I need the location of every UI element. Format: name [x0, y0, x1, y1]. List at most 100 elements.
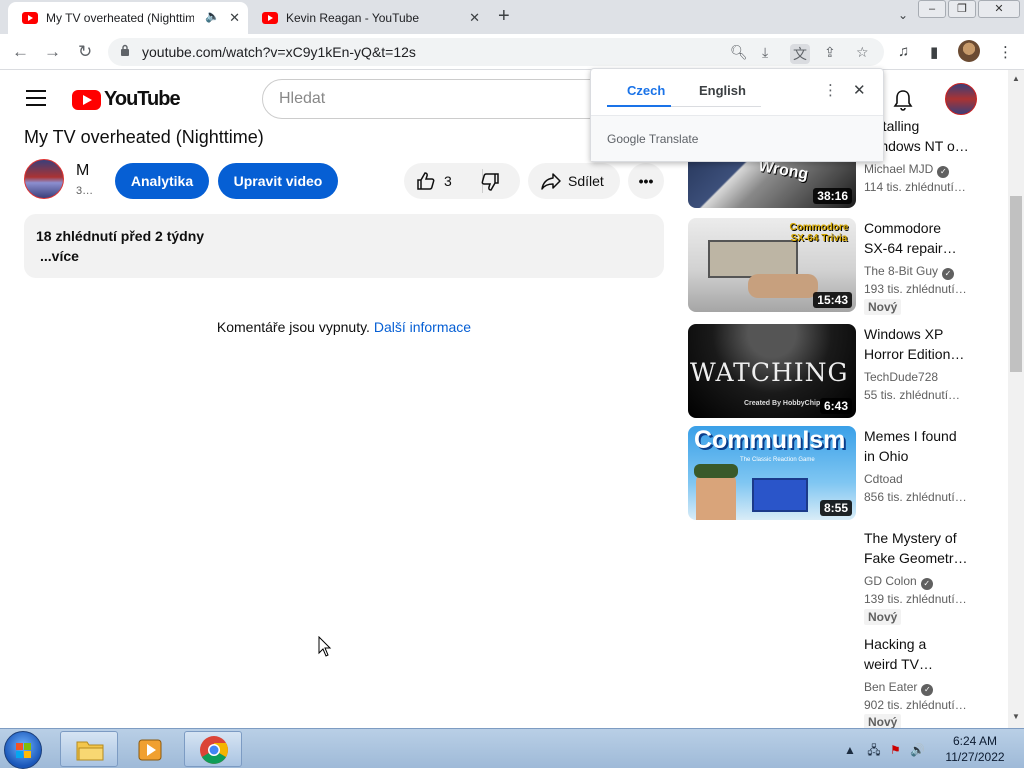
recommendation-item[interactable]: CommunIsm The Classic Reaction Game 8:55… [688, 426, 978, 526]
file-explorer-taskbar-button[interactable] [60, 731, 118, 767]
title-line: SX-64 repair… [864, 240, 957, 256]
recommendation-views: 193 tis. zhlédnutí… [864, 282, 967, 296]
title-line: Windows XP [864, 326, 944, 342]
star-icon[interactable]: ☆ [856, 44, 869, 61]
network-icon[interactable]: 🖧 [867, 743, 880, 757]
recommendation-title[interactable]: Memes I found in Ohio [864, 426, 972, 466]
recommendation-channel[interactable]: Ben Eater ✓ [864, 680, 934, 696]
show-more-link[interactable]: ...více [40, 248, 79, 264]
close-tab-icon[interactable]: ✕ [229, 10, 240, 26]
video-thumbnail[interactable]: CommunIsm The Classic Reaction Game 8:55 [688, 426, 856, 520]
video-duration: 15:43 [813, 292, 852, 308]
account-avatar[interactable] [945, 83, 977, 115]
thumbs-down-icon[interactable] [480, 172, 500, 192]
windows-taskbar: ▲ 🖧 ⚑ 🔊 6:24 AM 11/27/2022 [0, 728, 1024, 769]
address-bar[interactable]: youtube.com/watch?v=xC9y1kEn-yQ&t=12s 🔍︎… [108, 38, 884, 66]
recommendation-item[interactable]: Commodore SX-64 Trivia 15:43 Commodore S… [688, 218, 978, 318]
browser-toolbar: ← → ↻ youtube.com/watch?v=xC9y1kEn-yQ&t=… [0, 34, 1024, 70]
recommendation-item[interactable]: Hacking a weird TV… Ben Eater ✓ 902 tis. … [688, 634, 978, 730]
menu-icon[interactable]: ⋮ [998, 43, 1013, 61]
url-text[interactable]: youtube.com/watch?v=xC9y1kEn-yQ&t=12s [142, 44, 416, 60]
reload-icon[interactable]: ↻ [78, 42, 92, 62]
close-icon[interactable]: ✕ [853, 81, 866, 99]
close-tab-icon[interactable]: ✕ [469, 10, 480, 26]
learn-more-link[interactable]: Další informace [374, 319, 471, 335]
analytics-button[interactable]: Analytika [115, 163, 209, 199]
new-tab-button[interactable]: + [498, 6, 510, 26]
share-button[interactable]: Sdílet [528, 163, 620, 199]
recommendation-item[interactable]: WATCHING YOU Created By HobbyChip 6:43 W… [688, 324, 978, 424]
search-icon[interactable]: 🔍︎ [730, 44, 748, 61]
recommendation-channel[interactable]: Cdtoad [864, 472, 903, 486]
edit-video-button[interactable]: Upravit video [218, 163, 338, 199]
minimize-button[interactable]: – [918, 0, 946, 18]
verified-icon: ✓ [920, 578, 933, 590]
tab-inactive[interactable]: Kevin Reagan - YouTube ✕ [248, 2, 488, 34]
audio-playing-icon[interactable]: 🔈 [205, 9, 220, 23]
recommendation-channel[interactable]: The 8-Bit Guy ✓ [864, 264, 955, 280]
page-scrollbar[interactable]: ▲ ▼ [1008, 70, 1024, 728]
share-label: Sdílet [568, 173, 604, 189]
comments-disabled-notice: Komentáře jsou vypnuty. Další informace [0, 319, 688, 335]
search-input[interactable]: Hledat [262, 79, 602, 119]
recommendation-channel[interactable]: TechDude728 [864, 370, 938, 384]
install-icon[interactable]: ⤓ [762, 44, 768, 61]
youtube-logo[interactable]: YouTube [72, 88, 181, 111]
source-language-tab[interactable]: Czech [627, 83, 665, 98]
thumbs-up-icon[interactable] [416, 171, 436, 191]
action-center-icon[interactable]: ⚑ [890, 743, 901, 757]
title-line: The Mystery of [864, 530, 957, 546]
tab-active[interactable]: My TV overheated (Nighttime) 🔈 ✕ [8, 2, 248, 34]
recommendation-title[interactable]: Commodore SX-64 repair… [864, 218, 972, 258]
start-button[interactable] [4, 731, 42, 769]
recommendation-title[interactable]: Windows XP Horror Edition… [864, 324, 972, 364]
video-thumbnail[interactable]: WATCHING YOU Created By HobbyChip 6:43 [688, 324, 856, 418]
side-panel-icon[interactable]: ▮ [930, 43, 938, 61]
bell-icon[interactable] [893, 89, 913, 111]
recommendation-channel[interactable]: Michael MJD ✓ [864, 162, 950, 178]
title-line: Commodore [864, 220, 942, 236]
forward-icon[interactable]: → [44, 42, 61, 62]
more-actions-button[interactable]: ••• [628, 163, 664, 199]
translate-icon[interactable]: 文 [790, 44, 810, 64]
share-icon[interactable]: ⇪ [824, 44, 836, 61]
tab-underline-active [607, 105, 671, 107]
clock-date: 11/27/2022 [945, 750, 1005, 764]
thumbnail-art [748, 274, 818, 298]
description-box[interactable]: 18 zhlédnutí před 2 týdny ...více [24, 214, 664, 278]
scroll-down-icon[interactable]: ▼ [1012, 712, 1020, 721]
recommendation-views: 856 tis. zhlédnutí… [864, 490, 967, 504]
thumbnail-credit: Created By HobbyChip [744, 400, 821, 407]
taskbar-clock[interactable]: 6:24 AM 11/27/2022 [940, 733, 1010, 765]
hamburger-menu-icon[interactable] [26, 90, 46, 106]
media-player-taskbar-button[interactable] [122, 731, 180, 767]
recommendation-views: 139 tis. zhlédnutí… [864, 592, 967, 606]
tab-search-icon[interactable]: ⌄ [898, 8, 908, 22]
profile-icon[interactable] [958, 40, 980, 62]
recommendation-title[interactable]: Hacking a weird TV… [864, 634, 972, 674]
youtube-play-icon [72, 89, 101, 110]
channel-avatar[interactable] [24, 159, 64, 199]
scroll-up-icon[interactable]: ▲ [1012, 74, 1020, 83]
recommendation-channel[interactable]: GD Colon ✓ [864, 574, 933, 590]
lock-icon[interactable] [120, 44, 130, 56]
video-thumbnail[interactable]: Commodore SX-64 Trivia 15:43 [688, 218, 856, 312]
scrollbar-thumb[interactable] [1010, 196, 1022, 372]
more-options-icon[interactable]: ⋮ [823, 81, 838, 99]
maximize-button[interactable]: ❐ [948, 0, 976, 18]
recommendation-title[interactable]: The Mystery of Fake Geometr… [864, 528, 972, 568]
back-icon[interactable]: ← [12, 42, 29, 62]
chrome-icon [200, 736, 228, 764]
channel-name[interactable]: M [76, 162, 89, 180]
target-language-tab[interactable]: English [699, 83, 746, 98]
show-hidden-icons-icon[interactable]: ▲ [844, 743, 856, 757]
mouse-cursor-icon [318, 636, 332, 657]
translate-wordmark: Translate [648, 132, 699, 146]
title-line: Fake Geometr… [864, 550, 968, 566]
chrome-taskbar-button[interactable] [184, 731, 242, 767]
video-title: My TV overheated (Nighttime) [24, 127, 264, 147]
recommendation-item[interactable]: The Mystery of Fake Geometr… GD Colon ✓ 1… [688, 528, 978, 628]
volume-icon[interactable]: 🔊 [910, 743, 925, 757]
close-window-button[interactable]: ✕ [978, 0, 1020, 18]
media-control-icon[interactable]: ♫ [898, 43, 909, 60]
